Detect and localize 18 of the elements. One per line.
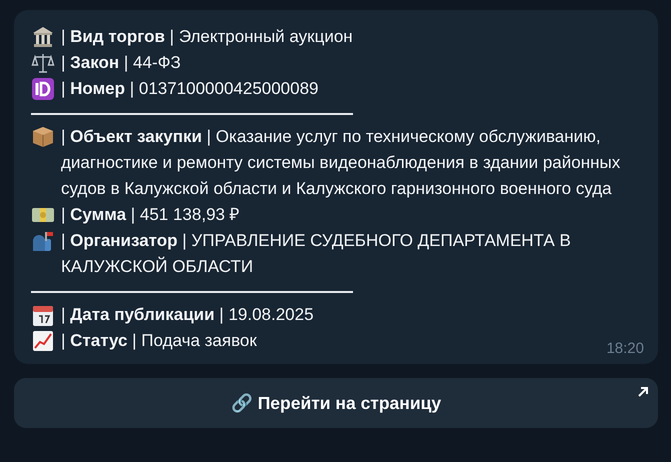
external-arrow-icon bbox=[637, 386, 649, 398]
info-line: | Организатор | УПРАВЛЕНИЕ СУДЕБНОГО ДЕПАРТАМЕНТА В КАЛУЖСКОЙ ОБЛАСТИ bbox=[61, 230, 572, 278]
info-line: | Дата публикации | 19.08.2025 bbox=[61, 304, 314, 326]
info-line: | Объект закупки | Оказание услуг по техническому обслуживанию, диагностике и ремонту системы видеонаблюдения в здании районных судов в Калужской области и Калужского гарнизонного военного суда bbox=[61, 126, 622, 200]
message-time: 18:20 bbox=[606, 340, 644, 357]
mailbox-icon bbox=[31, 229, 55, 253]
trend-chart-icon bbox=[31, 329, 55, 353]
calendar-icon bbox=[31, 303, 55, 327]
scales-icon bbox=[31, 51, 55, 75]
bank-icon bbox=[31, 25, 55, 49]
open-page-button[interactable]: 🔗 Перейти на страницу bbox=[14, 378, 658, 428]
info-line: | Номер | 0137100000425000089 bbox=[61, 78, 318, 100]
info-line: | Вид торгов | Электронный аукцион bbox=[61, 26, 353, 48]
info-line: | Закон | 44-ФЗ bbox=[61, 52, 181, 74]
info-line: | Статус | Подача заявок bbox=[61, 330, 257, 352]
package-icon bbox=[31, 125, 55, 149]
info-line: | Сумма | 451 138,93 ₽ bbox=[61, 204, 240, 226]
id-icon bbox=[31, 77, 55, 101]
